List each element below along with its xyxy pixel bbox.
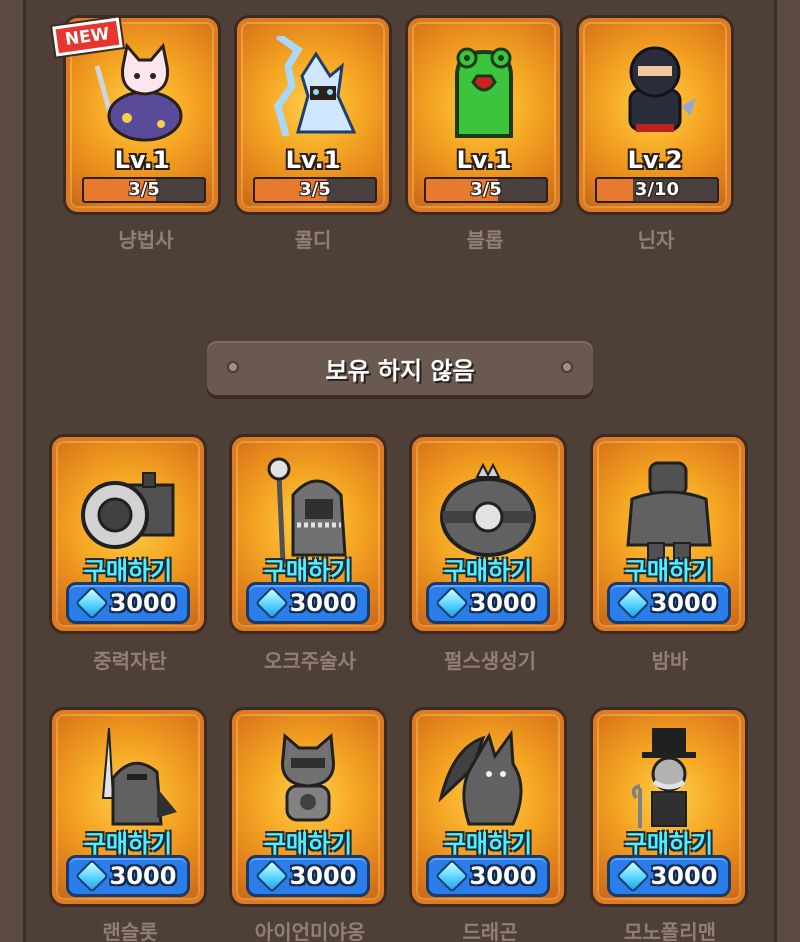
price-text: 3000: [289, 862, 357, 890]
progress-text: 3/5: [299, 179, 331, 200]
price-text: 3000: [469, 589, 537, 617]
rivet-icon: [227, 361, 239, 373]
shop-card-6[interactable]: 구매하기 3000: [412, 710, 564, 904]
section-title: 보유 하지 않음: [325, 356, 475, 385]
buy-label: 구매하기: [624, 830, 714, 858]
hero-name: 블롭: [466, 228, 504, 252]
card-progress-bar: 3/10: [595, 177, 719, 203]
knight-icon: [101, 728, 177, 826]
buy-button[interactable]: 3000: [66, 855, 190, 897]
buy-button[interactable]: 3000: [607, 855, 731, 897]
level-text: Lv.2: [627, 146, 683, 174]
gem-icon: [254, 859, 289, 893]
iron-cat-icon: [281, 732, 335, 822]
buy-label: 구매하기: [263, 830, 353, 858]
level-text: Lv.1: [456, 146, 512, 174]
pulse-generator-icon: [440, 462, 536, 557]
hero-name: 밤바: [651, 649, 689, 673]
cat-wizard-icon: [94, 42, 183, 142]
gem-icon: [74, 586, 109, 620]
card-progress-bar: 3/5: [253, 177, 377, 203]
buy-label: 구매하기: [83, 557, 173, 585]
slime-icon: [455, 47, 513, 138]
buy-label: 구매하기: [263, 557, 353, 585]
hero-name: 드래곤: [462, 920, 518, 942]
gem-icon: [434, 586, 469, 620]
hero-name: 랜슬롯: [102, 920, 158, 942]
dragon-icon: [438, 729, 523, 826]
hero-name: 모노폴리맨: [624, 920, 716, 942]
tophat-man-icon: [631, 728, 696, 828]
level-text: Lv.1: [285, 146, 341, 174]
buy-button[interactable]: 3000: [66, 582, 190, 624]
progress-text: 3/10: [634, 179, 680, 200]
buy-button[interactable]: 3000: [426, 582, 550, 624]
gem-icon: [615, 586, 650, 620]
right-frame: [774, 0, 800, 942]
progress-text: 3/5: [128, 179, 160, 200]
buy-label: 구매하기: [443, 557, 533, 585]
shop-card-0[interactable]: 구매하기 3000: [52, 437, 204, 631]
hero-name: 콜디: [294, 228, 332, 252]
golem-icon: [626, 461, 712, 562]
hero-card-2[interactable]: Lv.1 3/5: [408, 18, 560, 212]
shop-card-4[interactable]: 구매하기 3000: [52, 710, 204, 904]
gem-icon: [254, 586, 289, 620]
hero-name: 아이언미야옹: [254, 920, 366, 942]
buy-button[interactable]: 3000: [246, 582, 370, 624]
shop-card-3[interactable]: 구매하기 3000: [593, 437, 745, 631]
shop-card-1[interactable]: 구매하기 3000: [232, 437, 384, 631]
hero-name: 펄스생성기: [444, 649, 536, 673]
gem-icon: [615, 859, 650, 893]
price-text: 3000: [109, 862, 177, 890]
buy-label: 구매하기: [624, 557, 714, 585]
gem-icon: [74, 859, 109, 893]
gem-icon: [434, 859, 469, 893]
buy-button[interactable]: 3000: [607, 582, 731, 624]
buy-label: 구매하기: [83, 830, 173, 858]
hero-card-3[interactable]: Lv.2 3/10: [579, 18, 731, 212]
buy-button[interactable]: 3000: [246, 855, 370, 897]
orc-shaman-icon: [267, 457, 347, 564]
buy-label: 구매하기: [443, 830, 533, 858]
shop-card-2[interactable]: 구매하기 3000: [412, 437, 564, 631]
hero-card-1[interactable]: Lv.1 3/5: [237, 18, 389, 212]
cannon-icon: [81, 472, 175, 549]
hero-name: 오크주술사: [264, 649, 356, 673]
hero-name: 중력자탄: [93, 649, 167, 673]
price-text: 3000: [289, 589, 357, 617]
ninja-icon: [628, 46, 696, 132]
ice-mage-icon: [274, 36, 357, 137]
buy-button[interactable]: 3000: [426, 855, 550, 897]
price-text: 3000: [650, 589, 718, 617]
not-owned-section-header: 보유 하지 않음: [207, 341, 593, 395]
hero-name: 닌자: [637, 228, 675, 252]
shop-card-5[interactable]: 구매하기 3000: [232, 710, 384, 904]
card-progress-bar: 3/5: [424, 177, 548, 203]
level-text: Lv.1: [114, 146, 170, 174]
shop-card-7[interactable]: 구매하기 3000: [593, 710, 745, 904]
left-frame: [0, 0, 26, 942]
rivet-icon: [561, 361, 573, 373]
card-progress-bar: 3/5: [82, 177, 206, 203]
price-text: 3000: [650, 862, 718, 890]
price-text: 3000: [469, 862, 537, 890]
hero-name: 냥법사: [118, 228, 174, 252]
progress-text: 3/5: [470, 179, 502, 200]
price-text: 3000: [109, 589, 177, 617]
